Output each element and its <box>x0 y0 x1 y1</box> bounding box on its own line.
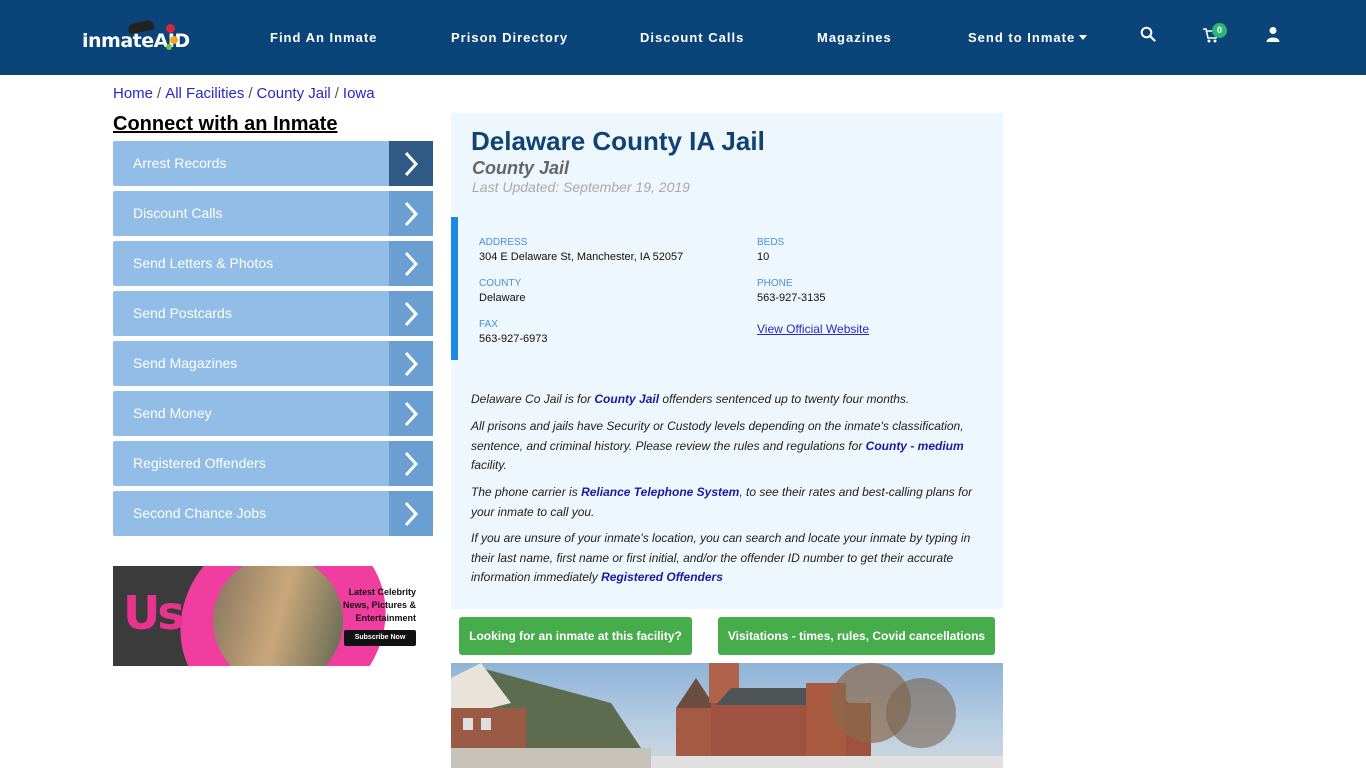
description-paragraph: The phone carrier is Reliance Telephone … <box>471 483 981 522</box>
sidebar-item-label: Send Letters & Photos <box>133 255 274 271</box>
facility-photo <box>451 663 1003 768</box>
find-inmate-at-facility-button[interactable]: Looking for an inmate at this facility? <box>459 617 692 655</box>
breadcrumb-separator: / <box>334 85 339 102</box>
nav-send-to-inmate[interactable]: Send to Inmate <box>968 30 1088 45</box>
nav-discount-calls[interactable]: Discount Calls <box>640 30 744 45</box>
breadcrumb-iowa[interactable]: Iowa <box>343 85 375 102</box>
beds-value: 10 <box>757 251 770 263</box>
chevron-right-icon <box>389 241 433 286</box>
user-icon[interactable] <box>1265 26 1285 46</box>
desc-text: Delaware Co Jail is for <box>471 392 595 406</box>
sidebar-item-send-magazines[interactable]: Send Magazines <box>113 341 433 386</box>
chevron-right-icon <box>389 491 433 536</box>
sidebar-item-label: Registered Offenders <box>133 455 266 471</box>
cart-count-badge: 0 <box>1212 23 1227 38</box>
county-value: Delaware <box>479 292 526 304</box>
caret-down-icon <box>1079 35 1088 40</box>
reliance-telephone-link[interactable]: Reliance Telephone System <box>581 485 739 499</box>
info-accent-bar <box>451 217 458 360</box>
sidebar-item-send-money[interactable]: Send Money <box>113 391 433 436</box>
view-official-website-link[interactable]: View Official Website <box>757 322 869 336</box>
sidebar-item-discount-calls[interactable]: Discount Calls <box>113 191 433 236</box>
sidebar-item-send-postcards[interactable]: Send Postcards <box>113 291 433 336</box>
fax-label: FAX <box>479 319 498 330</box>
connect-with-inmate-heading: Connect with an Inmate <box>113 113 338 135</box>
sidebar-item-arrest-records[interactable]: Arrest Records <box>113 141 433 186</box>
sidebar-item-label: Send Magazines <box>133 355 238 371</box>
search-icon[interactable] <box>1140 26 1160 46</box>
breadcrumb: Home / All Facilities / County Jail / Iowa <box>113 85 375 102</box>
sidebar-item-send-letters-photos[interactable]: Send Letters & Photos <box>113 241 433 286</box>
visitations-button[interactable]: Visitations - times, rules, Covid cancel… <box>718 617 995 655</box>
chevron-right-icon <box>389 141 433 186</box>
breadcrumb-all-facilities[interactable]: All Facilities <box>165 85 244 102</box>
registered-offenders-link[interactable]: Registered Offenders <box>601 570 723 584</box>
phone-label: PHONE <box>757 278 793 289</box>
desc-text: The phone carrier is <box>471 485 582 499</box>
facility-name: Delaware County IA Jail <box>471 126 765 156</box>
desc-text: facility. <box>471 458 507 472</box>
phone-value: 563-927-3135 <box>757 292 826 304</box>
description-paragraph: Delaware Co Jail is for County Jail offe… <box>471 390 981 410</box>
description-paragraph: All prisons and jails have Security or C… <box>471 417 981 476</box>
ad-subscribe-button[interactable]: Subscribe Now <box>344 630 416 646</box>
address-label: ADDRESS <box>479 237 528 248</box>
ad-headline: Latest Celebrity News, Pictures & Entert… <box>342 587 416 623</box>
sidebar-item-registered-offenders[interactable]: Registered Offenders <box>113 441 433 486</box>
sidebar-item-second-chance-jobs[interactable]: Second Chance Jobs <box>113 491 433 536</box>
breadcrumb-home[interactable]: Home <box>113 85 153 102</box>
nav-find-an-inmate[interactable]: Find An Inmate <box>270 30 377 45</box>
desc-text: offenders sentenced up to twenty four mo… <box>659 392 910 406</box>
logo-leaf-icon <box>166 44 172 50</box>
logo-leaf-icon <box>170 36 178 44</box>
sidebar-item-label: Send Postcards <box>133 305 232 321</box>
breadcrumb-separator: / <box>248 85 253 102</box>
sidebar-item-label: Second Chance Jobs <box>133 505 267 521</box>
beds-label: BEDS <box>757 237 785 248</box>
sidebar-item-label: Arrest Records <box>133 155 227 171</box>
county-label: COUNTY <box>479 278 522 289</box>
sidebar-item-label: Send Money <box>133 405 212 421</box>
facility-type: County Jail <box>472 158 570 178</box>
fax-value: 563-927-6973 <box>479 333 548 345</box>
nav-magazines[interactable]: Magazines <box>817 30 892 45</box>
chevron-right-icon <box>389 191 433 236</box>
top-navigation-bar: inmateAID Find An Inmate Prison Director… <box>0 0 1366 75</box>
us-weekly-ad-banner[interactable]: Us Latest Celebrity News, Pictures & Ent… <box>113 566 433 666</box>
sidebar-item-label: Discount Calls <box>133 205 223 221</box>
breadcrumb-separator: / <box>157 85 162 102</box>
chevron-right-icon <box>389 341 433 386</box>
address-value: 304 E Delaware St, Manchester, IA 52057 <box>479 251 684 263</box>
description-paragraph: If you are unsure of your inmate's locat… <box>471 529 981 588</box>
nav-prison-directory[interactable]: Prison Directory <box>451 30 568 45</box>
county-jail-link[interactable]: County Jail <box>594 392 659 406</box>
chevron-right-icon <box>389 291 433 336</box>
inmateaid-logo[interactable]: inmateAID <box>82 19 190 54</box>
last-updated: Last Updated: September 19, 2019 <box>472 179 690 195</box>
nav-send-to-inmate-label: Send to Inmate <box>968 30 1076 45</box>
logo-leaf-icon <box>166 24 175 33</box>
chevron-right-icon <box>389 391 433 436</box>
breadcrumb-county-jail[interactable]: County Jail <box>257 85 331 102</box>
chevron-right-icon <box>389 441 433 486</box>
ad-brand-logo: Us <box>123 586 185 640</box>
county-medium-link[interactable]: County - medium <box>866 439 964 453</box>
